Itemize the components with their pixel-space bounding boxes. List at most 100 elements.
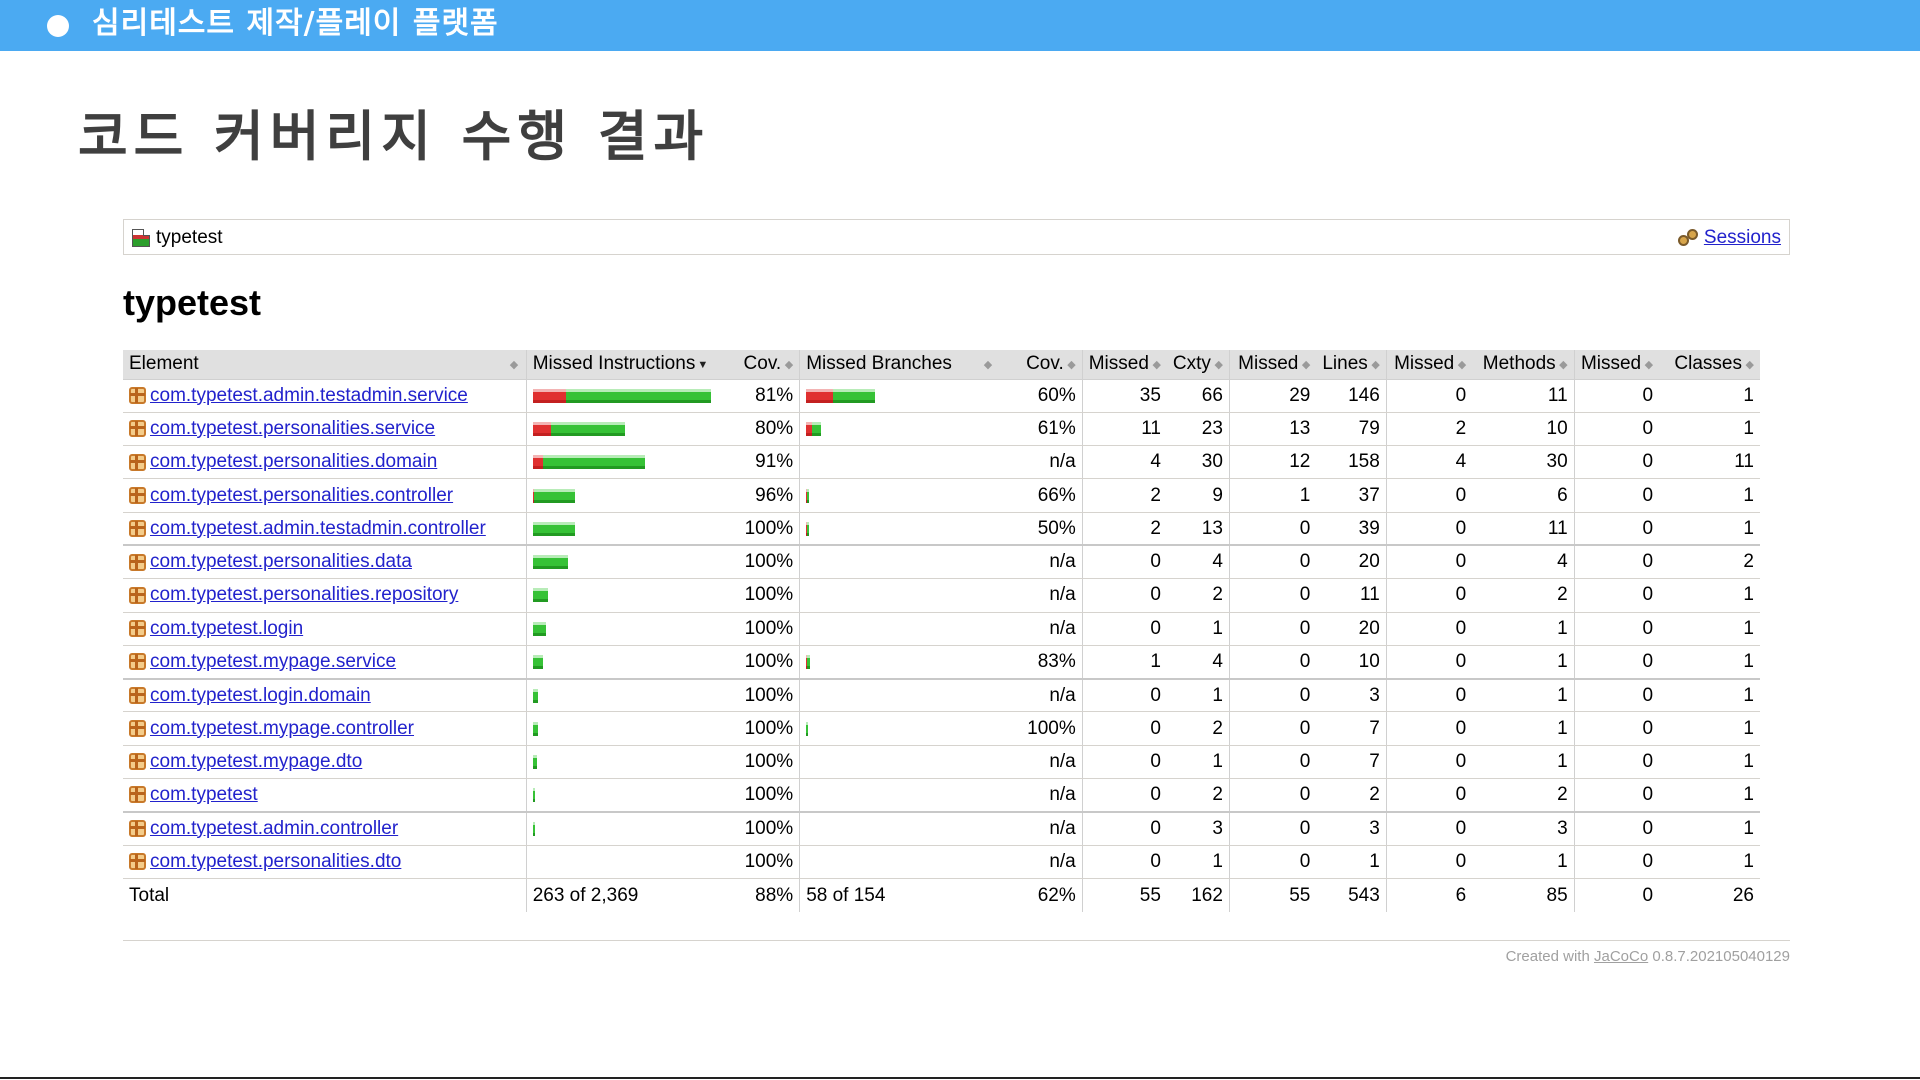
instr-cov: 100%: [734, 845, 800, 879]
methods: 2: [1472, 578, 1575, 613]
package-icon: [129, 720, 146, 738]
sort-icon: ◆: [1745, 359, 1754, 372]
missed-bar: [532, 388, 566, 403]
package-link[interactable]: com.typetest.personalities.dto: [150, 851, 401, 873]
missed-classes: 0: [1573, 711, 1660, 746]
package-link[interactable]: com.typetest.admin.controller: [150, 818, 398, 840]
package-link[interactable]: com.typetest.login.domain: [150, 685, 371, 707]
sort-icon: ◆: [1644, 359, 1654, 372]
missed-methods: 0: [1385, 778, 1473, 813]
branches-bar: [799, 379, 1000, 413]
missed-lines: 29: [1228, 379, 1317, 413]
instructions-bar: [525, 512, 735, 547]
missed-methods: 0: [1385, 811, 1473, 846]
element-cell: com.typetest.personalities.service: [123, 412, 527, 447]
missed-methods: 0: [1385, 478, 1473, 513]
sort-icon: ◆: [1301, 359, 1311, 372]
classes: 1: [1659, 711, 1760, 746]
branches-bar: [799, 778, 1000, 813]
missed-lines: 0: [1228, 612, 1317, 646]
total-branch-cov: 62%: [1037, 884, 1076, 906]
missed-methods: 0: [1385, 745, 1473, 780]
covered-bar: [806, 488, 809, 503]
lines: 20: [1316, 612, 1387, 646]
branches-bar: [799, 811, 1000, 846]
col-header-missed-cxty[interactable]: Missed ◆: [1081, 350, 1167, 380]
total-lines: 543: [1348, 884, 1380, 906]
table-total-row: Total 263 of 2,369 88% 58 of 154 62% 55 …: [123, 878, 1760, 913]
sort-icon: ◆: [1559, 359, 1568, 372]
branches-bar: [799, 612, 1000, 646]
sessions-link[interactable]: Sessions: [1677, 227, 1781, 249]
col-header-missed-branches[interactable]: Missed Branches ◆: [799, 350, 1000, 380]
methods: 10: [1472, 412, 1575, 447]
covered-bar: [532, 521, 575, 536]
col-header-classes[interactable]: Classes ◆: [1659, 350, 1760, 380]
instructions-bar: [525, 379, 735, 413]
table-row: com.typetest.admin.controller 100% n/a 0 3 0 3…: [123, 811, 1760, 846]
instr-cov: 80%: [734, 412, 800, 447]
element-cell: com.typetest.admin.testadmin.service: [123, 379, 527, 413]
col-header-missed-lines[interactable]: Missed ◆: [1228, 350, 1317, 380]
package-link[interactable]: com.typetest.admin.testadmin.controller: [150, 518, 486, 540]
missed-lines: 12: [1228, 445, 1317, 480]
bullet-icon: [47, 15, 69, 37]
coverage-table: Element ◆ Missed Instructions ▼ Cov. ◆ Miss…: [123, 350, 1760, 913]
missed-lines: 0: [1228, 778, 1317, 813]
col-header-missed-instructions[interactable]: Missed Instructions ▼: [525, 350, 735, 380]
package-link[interactable]: com.typetest.personalities.data: [150, 551, 412, 573]
lines: 11: [1316, 578, 1387, 613]
missed-cxty: 2: [1081, 478, 1167, 513]
report-footer: Created with JaCoCo 0.8.7.202105040129: [1506, 948, 1790, 965]
branch-cov: 61%: [999, 412, 1083, 447]
element-cell: com.typetest.mypage.dto: [123, 745, 527, 780]
missed-cxty: 2: [1081, 512, 1167, 547]
package-link[interactable]: com.typetest.mypage.service: [150, 651, 396, 673]
missed-methods: 4: [1385, 445, 1473, 480]
classes: 1: [1659, 778, 1760, 813]
total-methods: 85: [1546, 884, 1568, 906]
covered-bar: [542, 455, 646, 470]
col-header-methods[interactable]: Methods ◆: [1472, 350, 1575, 380]
branch-cov: n/a: [999, 578, 1083, 613]
package-link[interactable]: com.typetest.personalities.controller: [150, 485, 453, 507]
branch-cov: n/a: [999, 545, 1083, 580]
missed-classes: 0: [1573, 578, 1660, 613]
col-header-instr-cov[interactable]: Cov. ◆: [734, 350, 800, 380]
table-row: com.typetest.mypage.controller 100% 100% 0 2…: [123, 711, 1760, 746]
jacoco-link[interactable]: JaCoCo: [1594, 948, 1648, 965]
missed-cxty: 0: [1081, 578, 1167, 613]
element-cell: com.typetest.personalities.repository: [123, 578, 527, 613]
col-header-lines[interactable]: Lines ◆: [1316, 350, 1387, 380]
package-link[interactable]: com.typetest.login: [150, 618, 303, 640]
package-icon: [129, 387, 146, 405]
covered-bar: [532, 754, 537, 769]
sessions-link-label[interactable]: Sessions: [1704, 227, 1781, 249]
missed-classes: 0: [1573, 678, 1660, 713]
package-link[interactable]: com.typetest.admin.testadmin.service: [150, 385, 468, 407]
package-link[interactable]: com.typetest.personalities.domain: [150, 451, 437, 473]
package-link[interactable]: com.typetest.mypage.dto: [150, 751, 362, 773]
element-cell: com.typetest.login.domain: [123, 678, 527, 713]
instr-cov: 100%: [734, 745, 800, 780]
package-link[interactable]: com.typetest.personalities.service: [150, 418, 435, 440]
package-link[interactable]: com.typetest: [150, 784, 258, 806]
col-header-cxty[interactable]: Cxty ◆: [1166, 350, 1230, 380]
classes: 1: [1659, 379, 1760, 413]
covered-bar: [811, 421, 821, 436]
package-link[interactable]: com.typetest.personalities.repository: [150, 584, 458, 606]
col-header-element[interactable]: Element ◆: [123, 350, 527, 380]
instr-cov: 100%: [734, 545, 800, 580]
missed-lines: 13: [1228, 412, 1317, 447]
col-header-missed-classes[interactable]: Missed ◆: [1573, 350, 1660, 380]
branch-cov: 50%: [999, 512, 1083, 547]
lines: 1: [1316, 845, 1387, 879]
missed-lines: 0: [1228, 512, 1317, 547]
col-header-missed-methods[interactable]: Missed ◆: [1385, 350, 1473, 380]
package-link[interactable]: com.typetest.mypage.controller: [150, 718, 414, 740]
instructions-bar: [525, 612, 735, 646]
col-header-branch-cov[interactable]: Cov. ◆: [999, 350, 1083, 380]
covered-bar: [806, 654, 811, 669]
package-icon: [129, 520, 146, 538]
branch-cov: n/a: [999, 845, 1083, 879]
